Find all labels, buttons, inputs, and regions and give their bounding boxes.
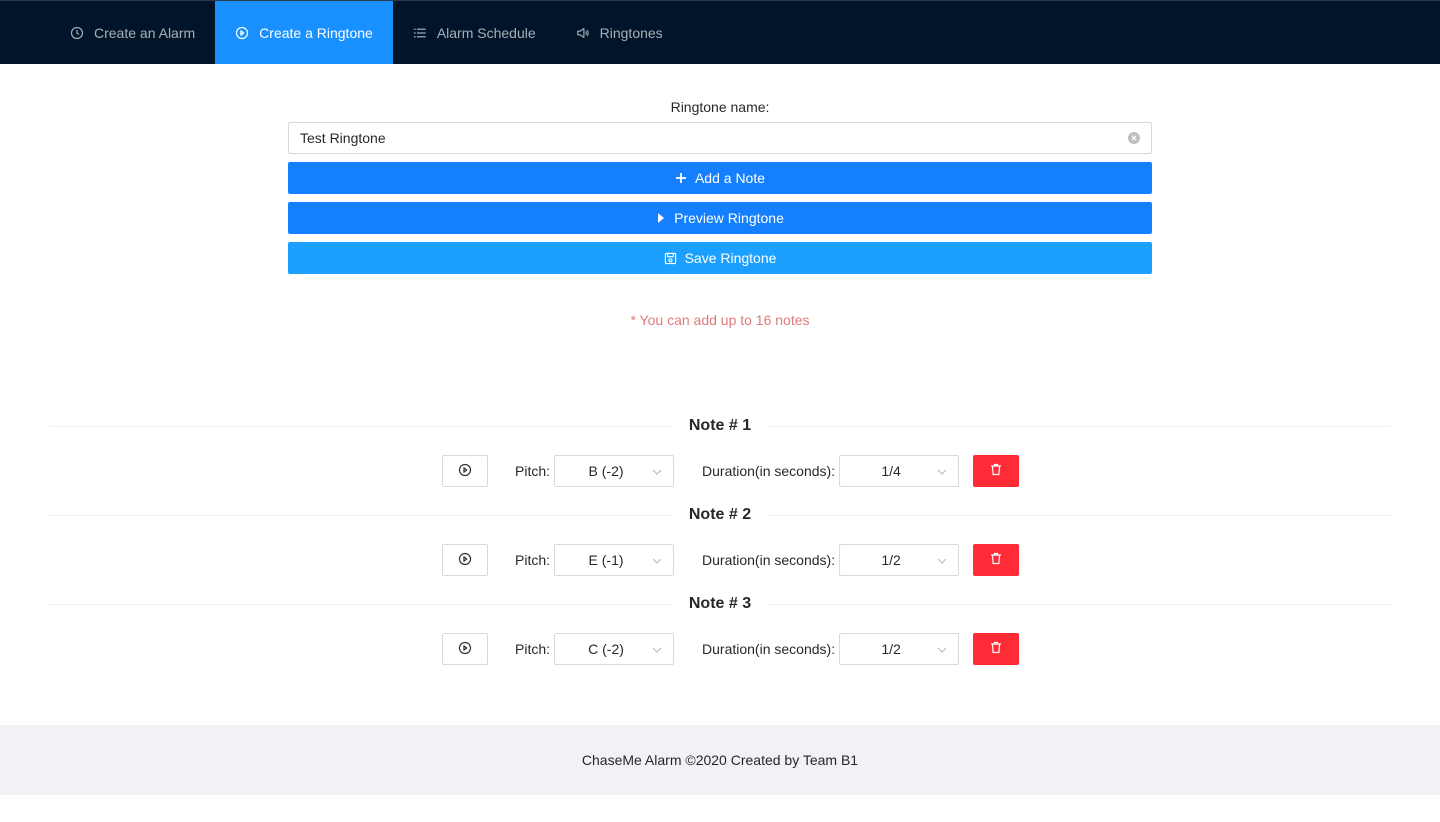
ringtone-name-input[interactable] (300, 130, 1128, 146)
chevron-down-icon (652, 558, 662, 564)
note-item: Note # 2 Pitch: E (-1) Duration(in secon… (50, 506, 1390, 604)
pitch-select[interactable]: B (-2) (554, 455, 675, 487)
nav-ringtones-label: Ringtones (599, 24, 663, 41)
note-title: Note # 3 (672, 595, 768, 613)
play-circle-icon (458, 552, 472, 569)
duration-select[interactable]: 1/2 (839, 544, 960, 576)
ringtone-name-label: Ringtone name: (670, 99, 770, 115)
footer-text: ChaseMe Alarm ©2020 Created by Team B1 (581, 752, 859, 768)
note-title: Note # 2 (672, 506, 768, 524)
caret-right-icon (656, 212, 666, 224)
duration-label: Duration(in seconds): (702, 463, 836, 479)
nav-create-alarm[interactable]: Create an Alarm (50, 1, 215, 64)
pitch-label: Pitch: (515, 463, 551, 479)
play-circle-icon (458, 463, 472, 480)
note-controls: Pitch: B (-2) Duration(in seconds): 1/4 (442, 455, 1020, 487)
save-ringtone-label: Save Ringtone (684, 250, 777, 266)
ringtone-name-field[interactable] (288, 122, 1152, 154)
pitch-label: Pitch: (515, 552, 551, 568)
add-note-label: Add a Note (694, 170, 766, 186)
delete-note-button[interactable] (973, 633, 1020, 665)
note-divider: Note # 2 (50, 506, 1390, 524)
delete-note-button[interactable] (973, 455, 1020, 487)
save-ringtone-button[interactable]: Save Ringtone (288, 242, 1152, 274)
plus-icon (675, 172, 687, 184)
play-note-button[interactable] (442, 633, 488, 665)
list-icon (413, 26, 427, 40)
add-note-button[interactable]: Add a Note (288, 162, 1152, 194)
pitch-select[interactable]: C (-2) (554, 633, 675, 665)
note-divider: Note # 3 (50, 595, 1390, 613)
nav-create-ringtone[interactable]: Create a Ringtone (215, 1, 393, 64)
note-title: Note # 1 (672, 417, 768, 435)
chevron-down-icon (937, 469, 947, 475)
save-icon (664, 252, 677, 265)
nav-create-ringtone-label: Create a Ringtone (259, 24, 373, 41)
note-item: Note # 3 Pitch: C (-2) Duration(in secon… (50, 595, 1390, 693)
chevron-down-icon (937, 647, 947, 653)
nav-create-alarm-label: Create an Alarm (94, 24, 196, 41)
duration-select[interactable]: 1/2 (839, 633, 960, 665)
top-navigation: Create an Alarm Create a Ringtone Alarm … (0, 0, 1440, 64)
note-divider: Note # 1 (50, 417, 1390, 435)
delete-note-button[interactable] (973, 544, 1020, 576)
note-item: Note # 1 Pitch: B (-2) Duration(in secon… (50, 417, 1390, 515)
play-circle-icon (458, 641, 472, 658)
pitch-label: Pitch: (515, 641, 551, 657)
pitch-select[interactable]: E (-1) (554, 544, 675, 576)
preview-ringtone-button[interactable]: Preview Ringtone (288, 202, 1152, 234)
play-circle-icon (235, 26, 249, 40)
nav-alarm-schedule[interactable]: Alarm Schedule (393, 1, 556, 64)
footer: ChaseMe Alarm ©2020 Created by Team B1 (0, 725, 1440, 795)
chevron-down-icon (652, 469, 662, 475)
trash-icon (990, 463, 1002, 479)
note-controls: Pitch: C (-2) Duration(in seconds): 1/2 (442, 633, 1020, 665)
duration-label: Duration(in seconds): (702, 552, 836, 568)
play-note-button[interactable] (442, 544, 488, 576)
sound-icon (576, 26, 590, 40)
preview-ringtone-label: Preview Ringtone (674, 210, 784, 226)
note-controls: Pitch: E (-1) Duration(in seconds): 1/2 (442, 544, 1020, 576)
notes-list: Note # 1 Pitch: B (-2) Duration(in secon… (0, 417, 1440, 693)
ringtone-form: Ringtone name: Add a Note Preview Ringto… (288, 64, 1152, 328)
duration-select[interactable]: 1/4 (839, 455, 960, 487)
clear-icon[interactable] (1128, 132, 1140, 144)
notes-limit-hint: * You can add up to 16 notes (630, 312, 810, 328)
trash-icon (990, 641, 1002, 657)
duration-label: Duration(in seconds): (702, 641, 836, 657)
nav-alarm-schedule-label: Alarm Schedule (436, 24, 536, 41)
chevron-down-icon (652, 647, 662, 653)
play-note-button[interactable] (442, 455, 488, 487)
chevron-down-icon (937, 558, 947, 564)
clock-icon (70, 26, 84, 40)
trash-icon (990, 552, 1002, 568)
nav-ringtones[interactable]: Ringtones (556, 1, 683, 64)
